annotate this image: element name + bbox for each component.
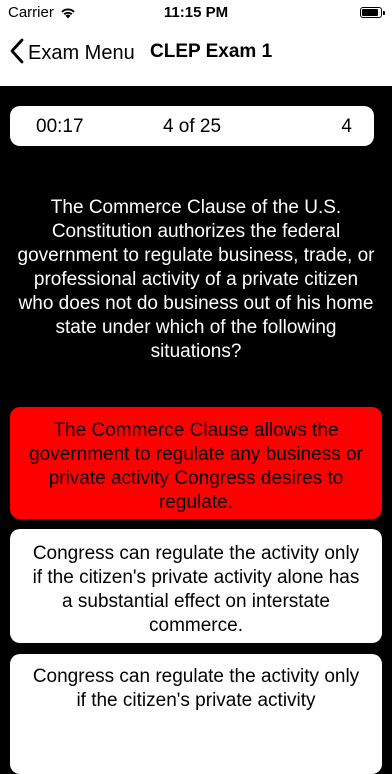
- back-label: Exam Menu: [28, 42, 135, 64]
- chevron-left-icon: [10, 38, 24, 69]
- question-progress: 4 of 25: [162, 116, 222, 137]
- question-text: The Commerce Clause of the U.S. Constitu…: [17, 197, 375, 362]
- navigation-bar: Exam Menu CLEP Exam 1: [0, 26, 392, 82]
- battery-icon: [360, 7, 385, 18]
- exam-info-bar: 00:17 4 of 25 4: [10, 106, 374, 146]
- page-title: CLEP Exam 1: [150, 41, 273, 62]
- answer-option-2[interactable]: Congress can regulate the activity only …: [10, 529, 382, 643]
- score: 4: [341, 116, 352, 137]
- answer-option-1[interactable]: The Commerce Clause allows the governmen…: [10, 407, 382, 519]
- back-button[interactable]: Exam Menu: [10, 38, 135, 69]
- top-area: Carrier 11:15 PM Exam Menu CLEP Exam 1: [0, 0, 392, 86]
- status-time: 11:15 PM: [163, 4, 229, 21]
- answer-option-3[interactable]: Congress can regulate the activity only …: [10, 654, 382, 774]
- status-bar: Carrier 11:15 PM: [0, 0, 392, 26]
